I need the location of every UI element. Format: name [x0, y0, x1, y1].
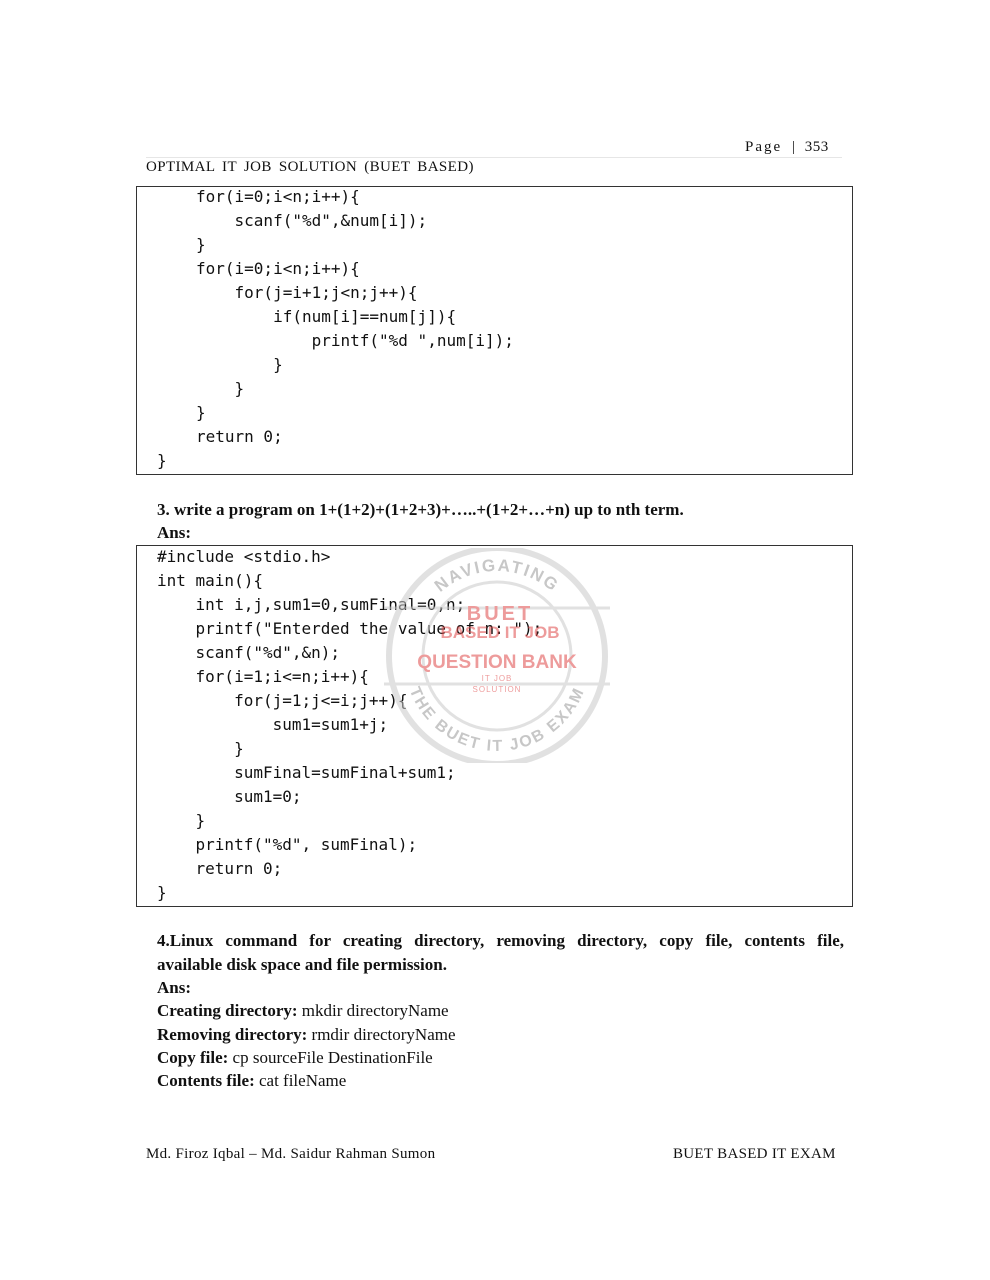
code-line: for(i=0;i<n;i++){ — [196, 259, 360, 278]
code-line: } — [157, 883, 167, 902]
code-line: scanf("%d",&n); — [157, 643, 341, 662]
answer-value: rmdir directoryName — [307, 1025, 456, 1044]
code-line: return 0; — [157, 859, 283, 878]
page-number: Page | 353 — [745, 139, 829, 156]
code-line: return 0; — [196, 427, 283, 446]
code-line: if(num[i]==num[j]){ — [196, 307, 457, 326]
question-3-ans-label: Ans: — [157, 523, 192, 542]
page-separator: | — [791, 139, 795, 155]
code-line: printf("%d", sumFinal); — [157, 835, 418, 854]
header-rule — [146, 157, 842, 158]
question-4-ans-label: Ans: — [157, 978, 192, 997]
footer-authors: Md. Firoz Iqbal – Md. Saidur Rahman Sumo… — [146, 1146, 436, 1162]
question-4-title-line2: available disk space and file permission… — [157, 955, 447, 974]
code-line: } — [157, 739, 244, 758]
page-label: Page — [745, 139, 783, 155]
question-3-title: 3. write a program on 1+(1+2)+(1+2+3)+….… — [157, 500, 684, 519]
code-line: scanf("%d",&num[i]); — [196, 211, 428, 230]
answer-line-contents-file: Contents file: cat fileName — [157, 1071, 346, 1091]
answer-line-creating-directory: Creating directory: mkdir directoryName — [157, 1001, 449, 1021]
code-line: } — [196, 355, 283, 374]
code-line: sum1=sum1+j; — [157, 715, 389, 734]
code-line: } — [196, 379, 245, 398]
question-4-title-line1: 4.Linux command for creating directory, … — [157, 931, 844, 950]
answer-value: cp sourceFile DestinationFile — [228, 1048, 433, 1067]
answer-value: mkdir directoryName — [297, 1001, 449, 1020]
code-line: } — [157, 451, 167, 470]
code-line: for(i=0;i<n;i++){ — [196, 187, 360, 206]
page-number-value: 353 — [804, 139, 829, 155]
answer-label: Creating directory: — [157, 1001, 298, 1020]
code-line: #include <stdio.h> — [157, 547, 331, 566]
code-line: sum1=0; — [157, 787, 302, 806]
answer-label: Copy file: — [157, 1048, 229, 1067]
answer-line-removing-directory: Removing directory: rmdir directoryName — [157, 1025, 456, 1045]
code-line: int i,j,sum1=0,sumFinal=0,n; — [157, 595, 466, 614]
running-title: OPTIMAL IT JOB SOLUTION (BUET BASED) — [146, 159, 474, 175]
code-line: } — [196, 235, 206, 254]
answer-label: Contents file: — [157, 1071, 255, 1090]
code-line: int main(){ — [157, 571, 263, 590]
answer-line-copy-file: Copy file: cp sourceFile DestinationFile — [157, 1048, 433, 1068]
code-line: for(i=1;i<=n;i++){ — [157, 667, 369, 686]
footer-series: BUET BASED IT EXAM — [673, 1146, 836, 1162]
code-line: sumFinal=sumFinal+sum1; — [157, 763, 456, 782]
answer-value: cat fileName — [254, 1071, 347, 1090]
code-line: } — [157, 811, 206, 830]
code-line: } — [196, 403, 206, 422]
code-line: for(j=i+1;j<n;j++){ — [196, 283, 418, 302]
code-line: printf("%d ",num[i]); — [196, 331, 514, 350]
code-line: printf("Enterded the value of n: "); — [157, 619, 543, 638]
answer-label: Removing directory: — [157, 1025, 308, 1044]
code-line: for(j=1;j<=i;j++){ — [157, 691, 408, 710]
